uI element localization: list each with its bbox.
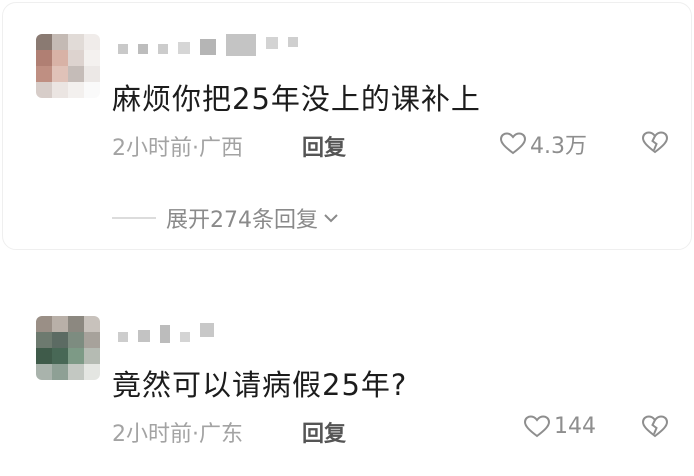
heart-outline-icon <box>500 132 526 155</box>
avatar-pixel <box>68 66 84 82</box>
like-button[interactable]: 144 <box>524 414 596 439</box>
comment-text[interactable]: 麻烦你把25年没上的课补上 <box>112 76 481 118</box>
reply-button[interactable]: 回复 <box>302 416 346 448</box>
avatar-pixel <box>36 82 52 98</box>
avatar-pixel <box>52 316 68 332</box>
avatar-pixel <box>84 82 100 98</box>
like-count: 144 <box>554 414 596 439</box>
avatar-pixel <box>52 332 68 348</box>
avatar-pixel <box>68 364 84 380</box>
avatar-pixel <box>84 332 100 348</box>
avatar-pixel <box>84 66 100 82</box>
avatar-pixel <box>36 316 52 332</box>
comment-text[interactable]: 竟然可以请病假25年? <box>112 362 407 404</box>
avatar-pixel <box>84 348 100 364</box>
like-button[interactable]: 4.3万 <box>500 128 587 160</box>
avatar[interactable] <box>36 34 100 98</box>
avatar-pixel <box>36 66 52 82</box>
avatar-pixel <box>68 82 84 98</box>
broken-heart-icon[interactable] <box>642 414 668 440</box>
avatar-pixel <box>84 34 100 50</box>
chevron-down-icon <box>324 214 338 223</box>
avatar-pixel <box>84 316 100 332</box>
expand-replies-label: 展开274条回复 <box>166 208 318 233</box>
avatar-pixel <box>84 364 100 380</box>
divider-line <box>112 217 156 219</box>
avatar-pixel <box>52 66 68 82</box>
heart-outline-icon <box>524 414 550 437</box>
avatar-pixel <box>36 364 52 380</box>
avatar[interactable] <box>36 316 100 380</box>
avatar-pixel <box>52 34 68 50</box>
avatar-pixel <box>36 348 52 364</box>
avatar-pixel <box>36 332 52 348</box>
avatar-pixel <box>84 50 100 66</box>
avatar-pixel <box>52 50 68 66</box>
comment-time-location: 2小时前·广西 <box>112 136 243 161</box>
expand-replies-button[interactable]: 展开274条回复 <box>112 202 340 234</box>
avatar-pixel <box>68 34 84 50</box>
avatar-pixel <box>68 332 84 348</box>
username-blurred[interactable] <box>118 34 298 56</box>
avatar-pixel <box>36 34 52 50</box>
avatar-pixel <box>68 316 84 332</box>
comment-time-location: 2小时前·广东 <box>112 422 243 447</box>
like-count: 4.3万 <box>530 134 587 159</box>
avatar-pixel <box>68 348 84 364</box>
avatar-pixel <box>52 364 68 380</box>
avatar-pixel <box>36 50 52 66</box>
username-blurred[interactable] <box>118 322 214 344</box>
broken-heart-icon[interactable] <box>642 130 668 156</box>
reply-button[interactable]: 回复 <box>302 130 346 162</box>
comment-card-1 <box>2 2 692 250</box>
avatar-pixel <box>68 50 84 66</box>
avatar-pixel <box>52 348 68 364</box>
avatar-pixel <box>52 82 68 98</box>
